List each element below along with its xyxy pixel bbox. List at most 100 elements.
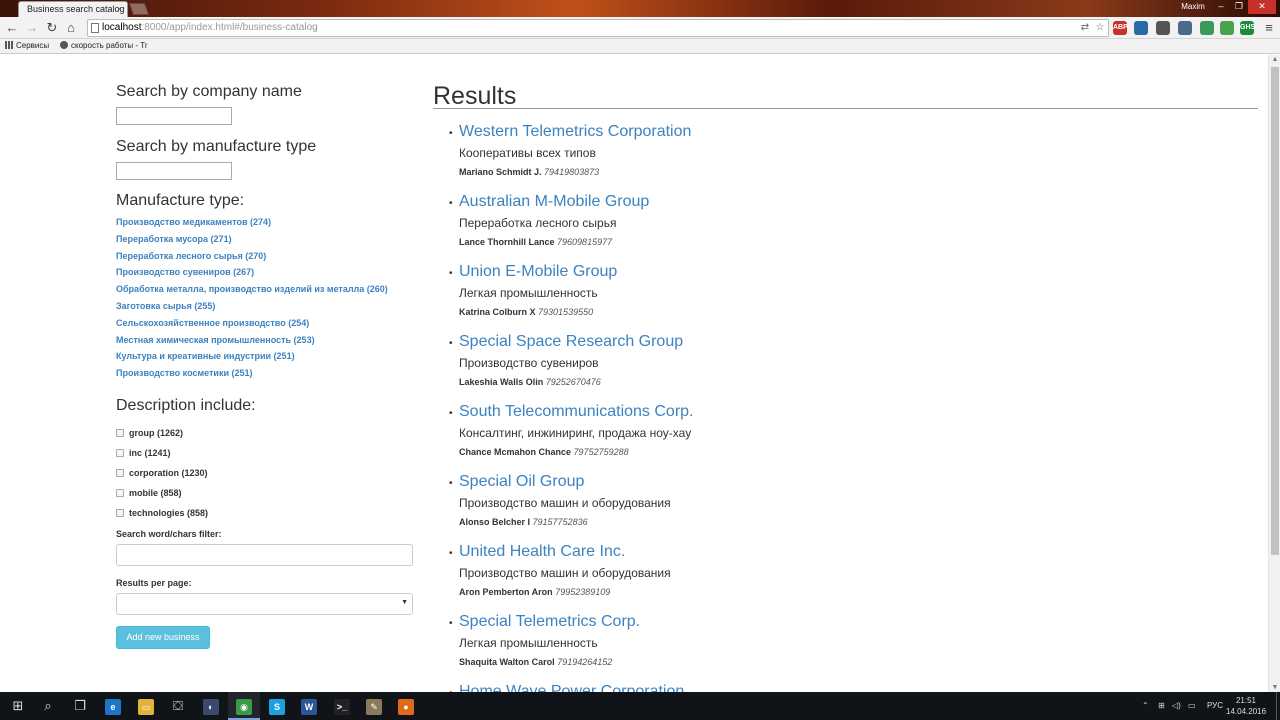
description-checkbox-row[interactable]: group (1262) <box>116 428 183 438</box>
terminal-taskbar-button[interactable]: >_ <box>326 692 358 720</box>
task-view-taskbar-button[interactable]: ❐ <box>64 692 96 720</box>
ext-blue-extension-icon[interactable] <box>1134 21 1148 35</box>
checkbox[interactable] <box>116 489 124 497</box>
ext-play-extension-icon[interactable] <box>1200 21 1214 35</box>
start-taskbar-button[interactable]: ⊞ <box>2 692 34 720</box>
manufacture-type-input[interactable] <box>116 162 232 180</box>
description-checkbox-row[interactable]: inc (1241) <box>116 448 171 458</box>
manufacture-type-link[interactable]: Обработка металла, производство изделий … <box>116 284 388 294</box>
scroll-up-icon[interactable]: ▲ <box>1271 56 1279 63</box>
checkbox[interactable] <box>116 469 124 477</box>
notepad-taskbar-button[interactable]: ✎ <box>358 692 390 720</box>
language-indicator[interactable]: РУС <box>1207 692 1223 720</box>
company-name-link[interactable]: South Telecommunications Corp. <box>459 403 694 421</box>
description-checkbox-row[interactable]: mobile (858) <box>116 488 182 498</box>
url-path: :8000/app/index.html#/business-catalog <box>141 22 318 33</box>
tray-chevron-icon[interactable]: ⌃ <box>1142 692 1149 720</box>
address-bar[interactable]: localhost:8000/app/index.html#/business-… <box>87 19 1109 37</box>
skype-taskbar-button[interactable]: S <box>261 692 293 720</box>
company-name-link[interactable]: Special Telemetrics Corp. <box>459 613 640 631</box>
file-explorer-taskbar-button[interactable]: ▭ <box>130 692 162 720</box>
translate-icon[interactable]: ⇄ <box>1078 21 1092 35</box>
maximize-icon[interactable]: ❐ <box>1230 0 1248 14</box>
description-heading: Description include: <box>116 397 256 414</box>
manufacture-type-link[interactable]: Производство косметики (251) <box>116 368 253 378</box>
manufacture-type-link[interactable]: Местная химическая промышленность (253) <box>116 335 315 345</box>
page-content: Search by company name Search by manufac… <box>0 55 1268 692</box>
scroll-down-icon[interactable]: ▼ <box>1271 684 1279 691</box>
new-tab-button[interactable] <box>128 3 150 15</box>
clock[interactable]: 21:51 14.04.2016 <box>1226 695 1266 717</box>
checkbox-label: technologies (858) <box>129 508 209 518</box>
abp-extension-icon[interactable]: ABP <box>1113 21 1128 35</box>
browser-tab[interactable]: Business search catalog × <box>18 1 128 17</box>
checkbox[interactable] <box>116 449 124 457</box>
search-taskbar-button[interactable]: ⌕ <box>32 692 64 720</box>
notepad-icon: ✎ <box>366 698 382 715</box>
task-view-icon: ❐ <box>74 698 86 713</box>
volume-icon[interactable]: ◁) <box>1172 692 1181 720</box>
company-name-input[interactable] <box>116 107 232 125</box>
company-name-link[interactable]: Special Space Research Group <box>459 333 683 351</box>
manufacture-type-link[interactable]: Культура и креативные индустрии (251) <box>116 351 295 361</box>
checkbox-label: mobile (858) <box>129 488 182 498</box>
scrollbar-thumb[interactable] <box>1271 67 1279 555</box>
company-name-link[interactable]: United Health Care Inc. <box>459 543 625 561</box>
contact-person: Aron Pemberton Aron <box>459 587 553 597</box>
bullet-icon: • <box>449 198 453 209</box>
manufacture-type-link[interactable]: Производство медикаментов (274) <box>116 217 271 227</box>
add-new-business-button[interactable]: Add new business <box>116 626 210 649</box>
minimize-icon[interactable]: – <box>1212 0 1230 14</box>
forward-icon[interactable]: → <box>23 19 41 37</box>
contact-phone: 79301539550 <box>538 307 594 317</box>
checkbox[interactable] <box>116 429 124 437</box>
notifications-icon[interactable]: ▭ <box>1188 692 1196 720</box>
chrome-taskbar-button[interactable]: ◉ <box>228 692 260 720</box>
company-name-link[interactable]: Special Oil Group <box>459 473 584 491</box>
contact-phone: 79252670476 <box>545 377 601 387</box>
back-icon[interactable]: ← <box>3 19 21 37</box>
description-checkbox-row[interactable]: corporation (1230) <box>116 468 208 478</box>
company-type: Производство машин и оборудования <box>459 496 671 510</box>
ext-gear-extension-icon[interactable] <box>1156 21 1170 35</box>
window-close-icon[interactable]: ✕ <box>1248 0 1276 14</box>
steam-taskbar-button[interactable]: ◐ <box>195 692 227 720</box>
description-checkbox-row[interactable]: technologies (858) <box>116 508 208 518</box>
manufacture-type-heading: Manufacture type: <box>116 192 245 209</box>
results-per-page-select[interactable]: ▼ <box>116 593 413 615</box>
ext-leaf-extension-icon[interactable] <box>1220 21 1234 35</box>
manufacture-type-link[interactable]: Заготовка сырья (255) <box>116 301 215 311</box>
word-filter-input[interactable] <box>116 544 413 566</box>
bookmark-apps[interactable]: Сервисы <box>5 39 49 53</box>
firefox-taskbar-button[interactable]: ● <box>390 692 422 720</box>
checkbox-label: group (1262) <box>129 428 184 438</box>
store-taskbar-button[interactable]: ⛋ <box>162 692 194 720</box>
select-arrow-icon: ▼ <box>401 599 408 606</box>
show-desktop-button[interactable] <box>1276 692 1280 720</box>
tab-close-icon[interactable]: × <box>117 2 122 17</box>
home-icon[interactable]: ⌂ <box>62 19 80 37</box>
company-contact: Mariano Schmidt J. 79419803873 <box>459 167 599 177</box>
search-type-heading: Search by manufacture type <box>116 138 317 155</box>
ext-green-extension-icon[interactable]: GHS <box>1240 21 1255 35</box>
manufacture-type-link[interactable]: Сельскохозяйственное производство (254) <box>116 318 309 328</box>
manufacture-type-link[interactable]: Переработка лесного сырья (270) <box>116 251 266 261</box>
reload-icon[interactable]: ↻ <box>43 19 61 37</box>
checkbox[interactable] <box>116 509 124 517</box>
chrome-menu-icon[interactable]: ≡ <box>1260 19 1278 37</box>
profile-user-name[interactable]: Maxim <box>1178 0 1208 14</box>
company-name-link[interactable]: Western Telemetrics Corporation <box>459 123 691 141</box>
manufacture-type-link[interactable]: Переработка мусора (271) <box>116 234 232 244</box>
company-name-link[interactable]: Home Wave Power Corporation <box>459 683 684 692</box>
manufacture-type-link[interactable]: Производство сувениров (267) <box>116 267 254 277</box>
page-scrollbar[interactable]: ▲ ▼ <box>1268 55 1280 692</box>
bookmark-star-icon[interactable]: ☆ <box>1093 21 1107 35</box>
company-name-link[interactable]: Union E-Mobile Group <box>459 263 617 281</box>
ext-shield-extension-icon[interactable] <box>1178 21 1192 35</box>
edge-taskbar-button[interactable]: e <box>97 692 129 720</box>
company-name-link[interactable]: Australian M-Mobile Group <box>459 193 649 211</box>
word-taskbar-button[interactable]: W <box>293 692 325 720</box>
network-icon[interactable]: ⊞ <box>1158 692 1165 720</box>
contact-phone: 79752759288 <box>573 447 629 457</box>
bookmark-speed[interactable]: скорость работы - Tr <box>60 39 148 53</box>
